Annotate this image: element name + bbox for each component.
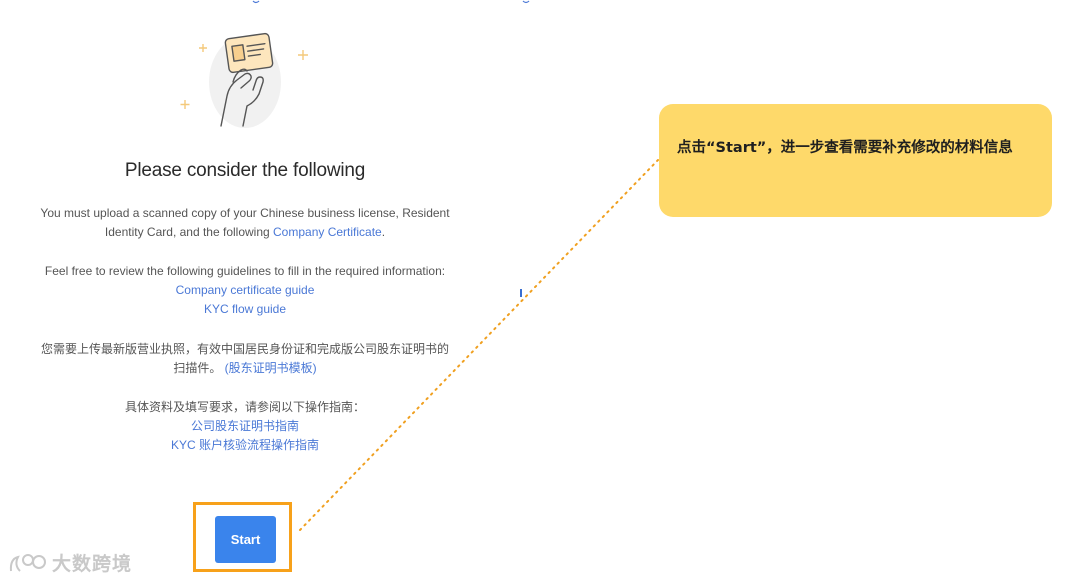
upload-instructions-end: . <box>381 225 386 239</box>
cn-template-link[interactable]: (股东证明书模板) <box>225 361 317 375</box>
upload-instructions-text: You must upload a scanned copy of your C… <box>40 206 450 239</box>
annotation-callout: 点击“Start”，进一步查看需要补充修改的材料信息 <box>659 104 1052 217</box>
cn-kyc-guide-link[interactable]: KYC 账户核验流程操作指南 <box>40 436 450 455</box>
watermark: 大数跨境 <box>8 549 132 576</box>
guidelines-section: Feel free to review the following guidel… <box>40 262 450 319</box>
logo-icon <box>9 553 46 572</box>
cn-guidelines-section: 具体资料及填写要求，请参阅以下操作指南： 公司股东证明书指南 KYC 账户核验流… <box>40 398 450 455</box>
cropped-top-fragments <box>252 0 530 4</box>
page-title: Please consider the following <box>124 160 366 181</box>
kyc-flow-guide-link[interactable]: KYC flow guide <box>40 300 450 319</box>
cn-guidelines-text: 具体资料及填写要求，请参阅以下操作指南： <box>124 400 365 414</box>
hand-holding-id-card-icon <box>180 32 308 128</box>
upload-instructions: You must upload a scanned copy of your C… <box>40 204 450 242</box>
watermark-text: 大数跨境 <box>52 553 133 575</box>
start-button[interactable]: Start <box>215 516 276 563</box>
cn-upload-instructions: 您需要上传最新版营业执照，有效中国居民身份证和完成版公司股东证明书的扫描件。 (… <box>40 340 450 378</box>
cn-certificate-guide-link[interactable]: 公司股东证明书指南 <box>40 417 450 436</box>
callout-text: 点击“Start”，进一步查看需要补充修改的材料信息 <box>677 140 1013 156</box>
company-certificate-link[interactable]: Company Certificate <box>273 225 382 239</box>
guidelines-text: Feel free to review the following guidel… <box>44 264 446 278</box>
text-cursor <box>520 289 522 297</box>
company-certificate-guide-link[interactable]: Company certificate guide <box>40 281 450 300</box>
